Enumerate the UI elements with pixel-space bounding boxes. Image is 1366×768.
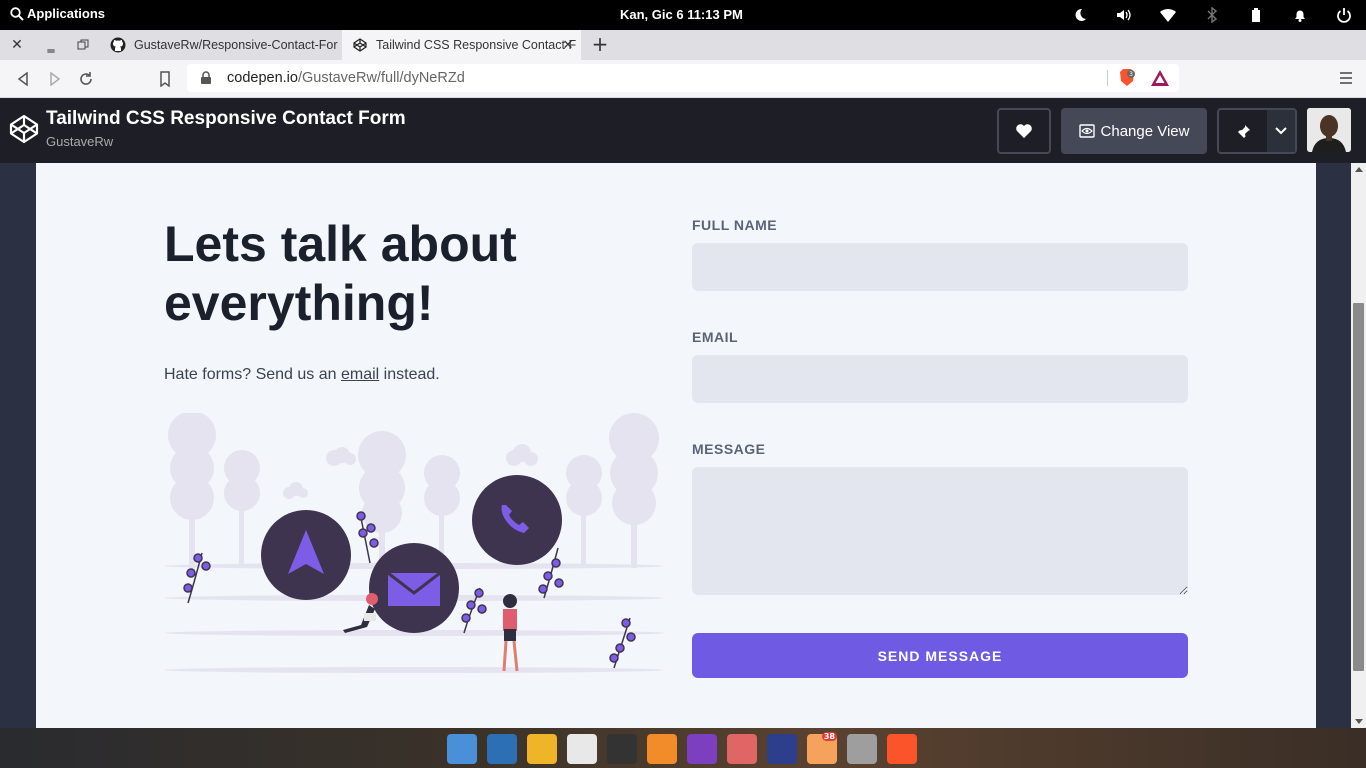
url-bar[interactable]: codepen.io/GustaveRw/full/dyNeRZd 3 [187, 64, 1179, 92]
brave-rewards-icon[interactable] [1150, 69, 1170, 87]
codepen-icon [352, 37, 368, 53]
calendar-icon[interactable] [567, 733, 597, 764]
files-icon[interactable] [447, 733, 477, 764]
message-textarea[interactable] [692, 467, 1188, 595]
contact-card: Lets talk about everything! Hate forms? … [36, 163, 1316, 728]
navigation-bar: codepen.io/GustaveRw/full/dyNeRZd 3 [0, 60, 1366, 98]
pin-icon [1238, 125, 1250, 138]
page-viewport: Lets talk about everything! Hate forms? … [0, 163, 1366, 728]
change-view-button[interactable]: Change View [1061, 108, 1207, 154]
close-tab-icon[interactable]: ✕ [561, 38, 575, 52]
full-name-label: FULL NAME [692, 217, 778, 233]
email-input[interactable] [692, 355, 1188, 403]
send-message-button[interactable]: SEND MESSAGE [692, 633, 1188, 678]
reload-button[interactable] [75, 68, 97, 90]
page-scrollbar[interactable] [1351, 163, 1366, 728]
contact-illustration [164, 411, 664, 683]
email-link[interactable]: email [341, 366, 379, 383]
mail-icon[interactable] [527, 733, 557, 764]
moon-icon[interactable] [1068, 5, 1092, 25]
tab-github[interactable]: GustaveRw/Responsive-Contact-For [100, 30, 342, 60]
clock[interactable]: Kan, Gic 6 11:13 PM [620, 7, 743, 22]
change-view-label: Change View [1100, 122, 1190, 140]
pen-title: Tailwind CSS Responsive Contact Form [46, 108, 406, 129]
search-icon [10, 6, 24, 21]
bluetooth-icon[interactable] [1200, 5, 1224, 25]
sub-prefix: Hate forms? Send us an [164, 366, 341, 383]
battery-icon[interactable] [1244, 5, 1268, 25]
url-separator [1107, 70, 1108, 86]
sub-suffix: instead. [379, 366, 440, 383]
tab-codepen[interactable]: Tailwind CSS Responsive Contact F ✕ [342, 30, 581, 60]
archive-icon[interactable] [847, 733, 877, 764]
chevron-down-icon[interactable] [1267, 110, 1295, 152]
tab-title: GustaveRw/Responsive-Contact-For [134, 38, 338, 52]
apps-icon[interactable] [767, 733, 797, 764]
system-panel: Applications Kan, Gic 6 11:13 PM [0, 0, 1366, 30]
dock-bar: 38 [442, 729, 922, 768]
url-host: codepen.io [227, 70, 298, 86]
brave-icon[interactable] [887, 733, 917, 764]
appcenter-icon[interactable]: 38 [807, 731, 837, 764]
notification-badge: 38 [821, 731, 837, 741]
terminal-icon[interactable] [607, 733, 637, 764]
back-button[interactable] [12, 68, 34, 90]
user-avatar[interactable] [1307, 108, 1351, 152]
tab-title: Tailwind CSS Responsive Contact F [376, 38, 577, 52]
headline: Lets talk about everything! [164, 216, 517, 331]
brave-shield-icon[interactable]: 3 [1117, 68, 1137, 88]
window-restore-icon[interactable] [71, 35, 95, 55]
applications-menu[interactable]: Applications [10, 6, 105, 21]
url-path: /GustaveRw/full/dyNeRZd [297, 70, 465, 86]
codepen-logo-icon[interactable] [8, 113, 40, 145]
message-label: MESSAGE [692, 441, 766, 457]
scroll-up-icon[interactable] [1355, 167, 1363, 172]
codepen-header: Tailwind CSS Responsive Contact Form Gus… [0, 98, 1366, 163]
system-tray [1068, 5, 1356, 25]
window-minimize-icon[interactable]: ‗ [39, 35, 63, 55]
forward-button[interactable] [44, 68, 66, 90]
subheading: Hate forms? Send us an email instead. [164, 366, 440, 384]
lock-icon [201, 71, 211, 84]
heart-button[interactable] [997, 108, 1051, 154]
full-name-input[interactable] [692, 243, 1188, 291]
wifi-icon[interactable] [1156, 5, 1180, 25]
power-icon[interactable] [1332, 5, 1356, 25]
scroll-down-icon[interactable] [1355, 719, 1363, 724]
eye-icon [1078, 124, 1095, 138]
applications-label: Applications [27, 6, 106, 21]
music-icon[interactable] [647, 733, 677, 764]
pin-menu[interactable] [1217, 108, 1297, 154]
new-tab-button[interactable]: + [590, 34, 610, 55]
scrollbar-thumb[interactable] [1353, 303, 1364, 671]
video-icon[interactable] [687, 733, 717, 764]
dock: 38 [0, 728, 1366, 768]
standing-person [502, 594, 519, 672]
pin-button[interactable] [1219, 110, 1269, 152]
photos-icon[interactable] [727, 733, 757, 764]
shield-count: 3 [1129, 71, 1133, 78]
browser-globe-icon[interactable] [487, 733, 517, 764]
window-close-icon[interactable]: ✕ [5, 35, 29, 55]
volume-icon[interactable] [1112, 5, 1136, 25]
heart-icon [1016, 124, 1032, 138]
bookmark-icon[interactable] [154, 68, 176, 90]
pen-author[interactable]: GustaveRw [46, 134, 113, 149]
bell-icon[interactable] [1288, 5, 1312, 25]
tab-bar: ✕ ‗ GustaveRw/Responsive-Contact-For Tai… [0, 30, 1366, 60]
email-label: EMAIL [692, 329, 739, 345]
hamburger-menu-icon[interactable] [1338, 70, 1354, 86]
github-icon [110, 37, 126, 53]
